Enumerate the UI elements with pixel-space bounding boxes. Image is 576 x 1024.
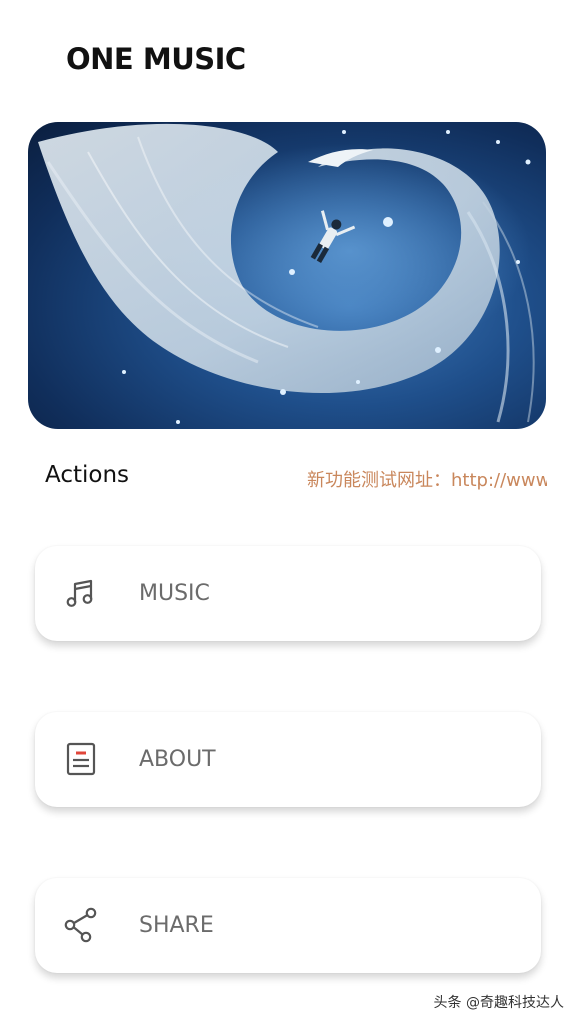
document-icon	[63, 741, 99, 777]
watermark: 头条 @奇趣科技达人	[433, 995, 564, 1011]
share-label: SHARE	[139, 913, 214, 938]
music-button[interactable]: MUSIC	[35, 546, 541, 641]
app-title: ONE MUSIC	[66, 42, 246, 76]
about-label: ABOUT	[139, 747, 216, 772]
music-label: MUSIC	[139, 581, 210, 606]
marquee-banner[interactable]: 新功能测试网址：http://www	[307, 466, 547, 494]
about-button[interactable]: ABOUT	[35, 712, 541, 807]
share-button[interactable]: SHARE	[35, 878, 541, 973]
share-icon	[63, 907, 99, 943]
music-note-icon	[63, 575, 99, 611]
actions-label: Actions	[45, 462, 130, 488]
actions-row: Actions 新功能测试网址：http://www	[45, 462, 547, 494]
hero-image	[28, 122, 546, 429]
marquee-text: 新功能测试网址：http://www	[307, 470, 547, 491]
